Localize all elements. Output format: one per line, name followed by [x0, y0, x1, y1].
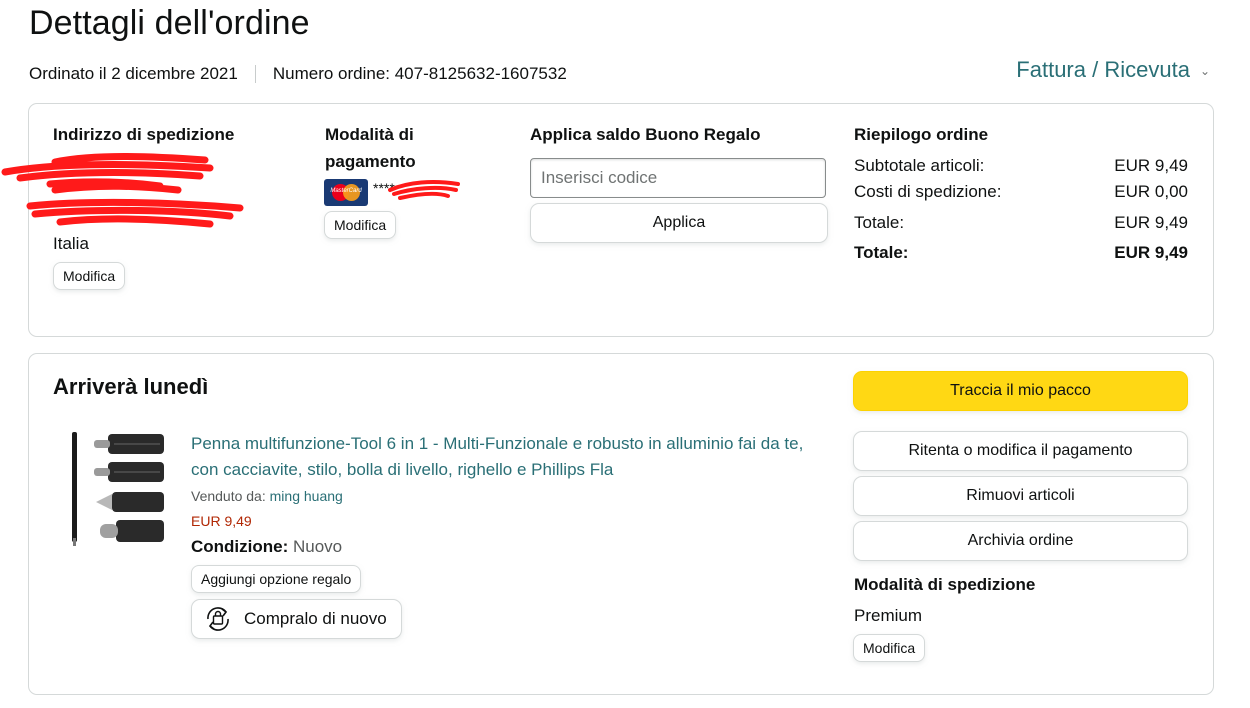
- order-meta: Ordinato il 2 dicembre 2021 Numero ordin…: [29, 64, 567, 84]
- summary-label: Totale:: [854, 213, 905, 232]
- shipping-address-heading: Indirizzo di spedizione: [53, 125, 235, 144]
- summary-row-total: Totale: EUR 9,49: [854, 213, 1188, 233]
- product-price: EUR 9,49: [191, 513, 252, 529]
- buy-again-icon: [207, 607, 229, 631]
- arrival-heading: Arriverà lunedì: [53, 374, 209, 399]
- buy-again-label: Compralo di nuovo: [244, 609, 387, 628]
- payment-heading-line2: pagamento: [325, 152, 416, 171]
- gift-code-input[interactable]: [530, 158, 826, 198]
- edit-payment-button[interactable]: Modifica: [324, 211, 397, 239]
- invoice-link-label: Fattura / Ricevuta: [1016, 57, 1190, 82]
- redacted-card-scribble: [388, 180, 460, 200]
- pen-tip-3: [96, 492, 164, 512]
- summary-value: EUR 9,49: [1114, 156, 1188, 175]
- invoice-dropdown[interactable]: Fattura / Ricevuta ⌄: [1016, 57, 1210, 83]
- summary-value: EUR 9,49: [1114, 243, 1188, 262]
- summary-label: Totale:: [854, 243, 909, 262]
- product-condition: Condizione: Nuovo: [191, 537, 342, 557]
- apply-gift-code-button[interactable]: Applica: [530, 203, 828, 243]
- remove-items-button[interactable]: Rimuovi articoli: [853, 476, 1188, 516]
- seller-label: Venduto da:: [191, 488, 266, 504]
- edit-address-button[interactable]: Modifica: [53, 262, 126, 290]
- page-title: Dettagli dell'ordine: [29, 4, 310, 42]
- summary-label: Subtotale articoli:: [854, 156, 985, 175]
- mastercard-icon: MasterCard: [324, 179, 368, 206]
- condition-label: Condizione:: [191, 537, 289, 556]
- product-title-link[interactable]: Penna multifunzione-Tool 6 in 1 - Multi-…: [191, 431, 831, 483]
- summary-row-grand-total: Totale: EUR 9,49: [854, 243, 1188, 263]
- buy-again-button[interactable]: Compralo di nuovo: [191, 599, 402, 639]
- pen-tip-4: [100, 520, 164, 542]
- meta-divider: [254, 65, 256, 83]
- summary-row-subtotal: Subtotale articoli: EUR 9,49: [854, 156, 1188, 176]
- order-number: Numero ordine: 407-8125632-1607532: [272, 64, 567, 83]
- summary-label: Costi di spedizione:: [854, 182, 1002, 201]
- summary-row-shipping: Costi di spedizione: EUR 0,00: [854, 182, 1188, 202]
- edit-shipping-method-button[interactable]: Modifica: [853, 634, 926, 662]
- add-gift-option-button[interactable]: Aggiungi opzione regalo: [191, 565, 362, 593]
- seller-link[interactable]: ming huang: [270, 488, 343, 504]
- track-package-button[interactable]: Traccia il mio pacco: [853, 371, 1188, 411]
- chevron-down-icon: ⌄: [1199, 64, 1210, 78]
- seller-info: Venduto da: ming huang: [191, 488, 343, 504]
- pen-tip-2: [94, 462, 164, 482]
- condition-value: Nuovo: [293, 537, 343, 556]
- pen-tip-1: [94, 434, 164, 454]
- order-summary-heading: Riepilogo ordine: [854, 125, 989, 144]
- shipping-method-heading: Modalità di spedizione: [854, 575, 1036, 594]
- archive-order-button[interactable]: Archivia ordine: [853, 521, 1188, 561]
- summary-value: EUR 9,49: [1114, 213, 1188, 232]
- product-image[interactable]: [66, 428, 166, 548]
- shipping-method-value: Premium: [854, 606, 923, 625]
- order-date: Ordinato il 2 dicembre 2021: [29, 64, 238, 83]
- summary-value: EUR 0,00: [1114, 182, 1188, 201]
- gift-card-heading: Applica saldo Buono Regalo: [530, 125, 761, 144]
- retry-payment-button[interactable]: Ritenta o modifica il pagamento: [853, 431, 1188, 471]
- shipping-country: Italia: [53, 234, 89, 253]
- payment-heading-line1: Modalità di: [325, 125, 414, 144]
- redacted-address-scribble: [1, 153, 244, 228]
